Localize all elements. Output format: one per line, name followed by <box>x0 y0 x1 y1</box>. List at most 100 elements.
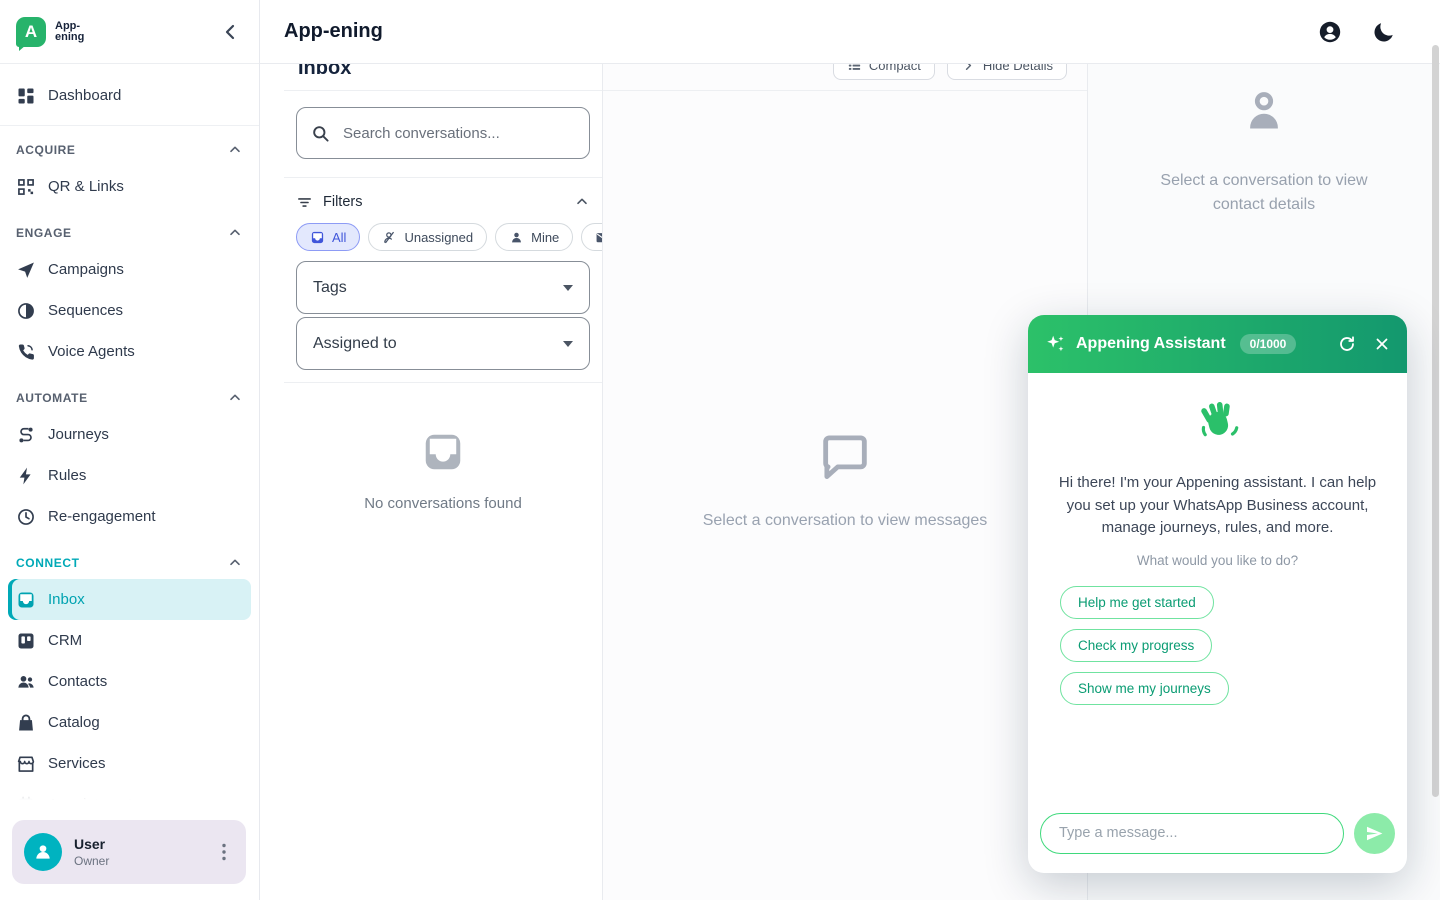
chat-icon <box>310 230 325 245</box>
sidebar: A App- ening Dashboard ACQUIREQR & Links E… <box>0 0 260 900</box>
sidebar-item-label: CRM <box>48 632 82 649</box>
filter-chip-label: All <box>332 230 346 245</box>
chevron-up-icon[interactable] <box>227 225 243 241</box>
compact-button-label: Compact <box>869 64 921 73</box>
details-empty-line1: Select a conversation to view <box>1088 169 1440 193</box>
sidebar-item-rules[interactable]: Rules <box>8 455 251 496</box>
assistant-title: Appening Assistant <box>1076 335 1226 353</box>
suggestion-help-me-get-started[interactable]: Help me get started <box>1060 586 1214 619</box>
sparkles-icon <box>1044 333 1066 355</box>
chevron-up-icon[interactable] <box>574 194 590 210</box>
page-scrollbar[interactable] <box>1432 45 1439 797</box>
calendar-icon <box>16 795 36 805</box>
filters-section: Filters All Unassigned Mine Unread Tags Ass… <box>284 177 602 383</box>
filters-header[interactable]: Filters <box>296 188 590 216</box>
sidebar-item-label: Catalog <box>48 714 100 731</box>
sidebar-item-voice-agents[interactable]: Voice Agents <box>8 331 251 372</box>
app-root: A App- ening Dashboard ACQUIREQR & Links E… <box>0 0 1440 900</box>
sidebar-section-engage[interactable]: ENGAGE <box>0 207 259 249</box>
filter-chip-mine[interactable]: Mine <box>495 223 573 251</box>
qr-icon <box>16 177 36 197</box>
chat-bubble-icon <box>816 427 874 485</box>
assistant-message-input[interactable] <box>1040 813 1344 854</box>
mail-icon <box>595 230 603 245</box>
assistant-widget: Appening Assistant 0/1000 <box>1028 315 1407 873</box>
dashboard-icon <box>16 86 36 106</box>
suggestion-check-my-progress[interactable]: Check my progress <box>1060 629 1212 662</box>
sidebar-item-catalog[interactable]: Catalog <box>8 702 251 743</box>
users-icon <box>16 672 36 692</box>
inbox-panel-inner: Inbox Filters AllUnassignedMineUnre <box>284 64 602 512</box>
sidebar-item-sequences[interactable]: Sequences <box>8 290 251 331</box>
user-icon <box>33 842 53 862</box>
board-icon <box>16 631 36 651</box>
inbox-panel: Inbox Filters AllUnassignedMineUnre <box>260 64 603 900</box>
sidebar-section-label: ENGAGE <box>16 226 72 240</box>
search-icon <box>311 124 330 143</box>
sidebar-item-label: Campaigns <box>48 261 124 278</box>
user-icon <box>509 230 524 245</box>
sidebar-item-label: Journeys <box>48 426 109 443</box>
sidebar-header: A App- ening <box>0 0 259 64</box>
filter-chip-all[interactable]: All <box>296 223 360 251</box>
user-slash-icon <box>382 230 397 245</box>
sidebar-item-re-engagement[interactable]: Re-engagement <box>8 496 251 537</box>
assistant-body: Hi there! I'm your Appening assistant. I… <box>1028 373 1407 807</box>
sidebar-item-inbox[interactable]: Inbox <box>8 579 251 620</box>
chevron-up-icon[interactable] <box>227 555 243 571</box>
sidebar-item-journeys[interactable]: Journeys <box>8 414 251 455</box>
user-role: Owner <box>74 854 109 868</box>
clock-icon <box>16 507 36 527</box>
sidebar-section-automate[interactable]: AUTOMATE <box>0 372 259 414</box>
sidebar-section-connect[interactable]: CONNECT <box>0 537 259 579</box>
sidebar-item-contacts[interactable]: Contacts <box>8 661 251 702</box>
send-icon <box>16 260 36 280</box>
assigned-to-select[interactable]: Assigned to <box>296 317 590 370</box>
hide-details-button[interactable]: Hide Details <box>947 64 1067 80</box>
chevron-up-icon[interactable] <box>227 390 243 406</box>
chevron-up-icon[interactable] <box>227 142 243 158</box>
compact-button[interactable]: Compact <box>833 64 935 80</box>
filter-chips-row: AllUnassignedMineUnread <box>296 223 590 251</box>
sidebar-section-acquire[interactable]: ACQUIRE <box>0 126 259 166</box>
filter-chip-unread[interactable]: Unread <box>581 223 603 251</box>
sidebar-item-label: Inbox <box>48 591 85 608</box>
sidebar-item-appointments[interactable]: Appointments <box>8 784 251 804</box>
close-icon[interactable] <box>1373 335 1391 353</box>
sidebar-item-label: Re-engagement <box>48 508 156 525</box>
sidebar-item-services[interactable]: Services <box>8 743 251 784</box>
sidebar-item-label: Rules <box>48 467 86 484</box>
tags-select[interactable]: Tags <box>296 261 590 314</box>
avatar <box>24 833 62 871</box>
details-empty-line2: contact details <box>1088 193 1440 217</box>
chevron-down-icon <box>563 285 573 291</box>
assistant-usage-badge: 0/1000 <box>1240 334 1297 354</box>
sidebar-item-qr-links[interactable]: QR & Links <box>8 166 251 207</box>
sidebar-collapse-icon[interactable] <box>219 20 243 44</box>
inbox-empty-icon <box>420 429 466 475</box>
suggestion-show-me-my-journeys[interactable]: Show me my journeys <box>1060 672 1229 705</box>
user-menu-dots-icon[interactable] <box>212 840 236 864</box>
page-title: App-ening <box>260 20 383 43</box>
sidebar-item-crm[interactable]: CRM <box>8 620 251 661</box>
dark-mode-moon-icon[interactable] <box>1372 20 1396 44</box>
messages-empty-state: Select a conversation to view messages <box>603 427 1087 530</box>
search-input[interactable] <box>343 125 575 142</box>
sidebar-item-dashboard[interactable]: Dashboard <box>8 75 251 116</box>
account-icon[interactable] <box>1318 20 1342 44</box>
send-button[interactable] <box>1354 813 1395 854</box>
waving-hand-icon <box>1194 399 1242 447</box>
refresh-icon[interactable] <box>1338 335 1356 353</box>
sidebar-item-label: Services <box>48 755 106 772</box>
sidebar-item-campaigns[interactable]: Campaigns <box>8 249 251 290</box>
filter-chip-unassigned[interactable]: Unassigned <box>368 223 487 251</box>
list-icon <box>847 64 862 73</box>
user-card[interactable]: User Owner <box>12 820 246 884</box>
assistant-greeting: Hi there! I'm your Appening assistant. I… <box>1058 472 1377 540</box>
sidebar-item-label: Contacts <box>48 673 107 690</box>
assistant-header: Appening Assistant 0/1000 <box>1028 315 1407 373</box>
store-icon <box>16 754 36 774</box>
send-plane-icon <box>1365 824 1384 843</box>
search-box <box>296 107 590 159</box>
filter-lines-icon <box>296 194 313 211</box>
